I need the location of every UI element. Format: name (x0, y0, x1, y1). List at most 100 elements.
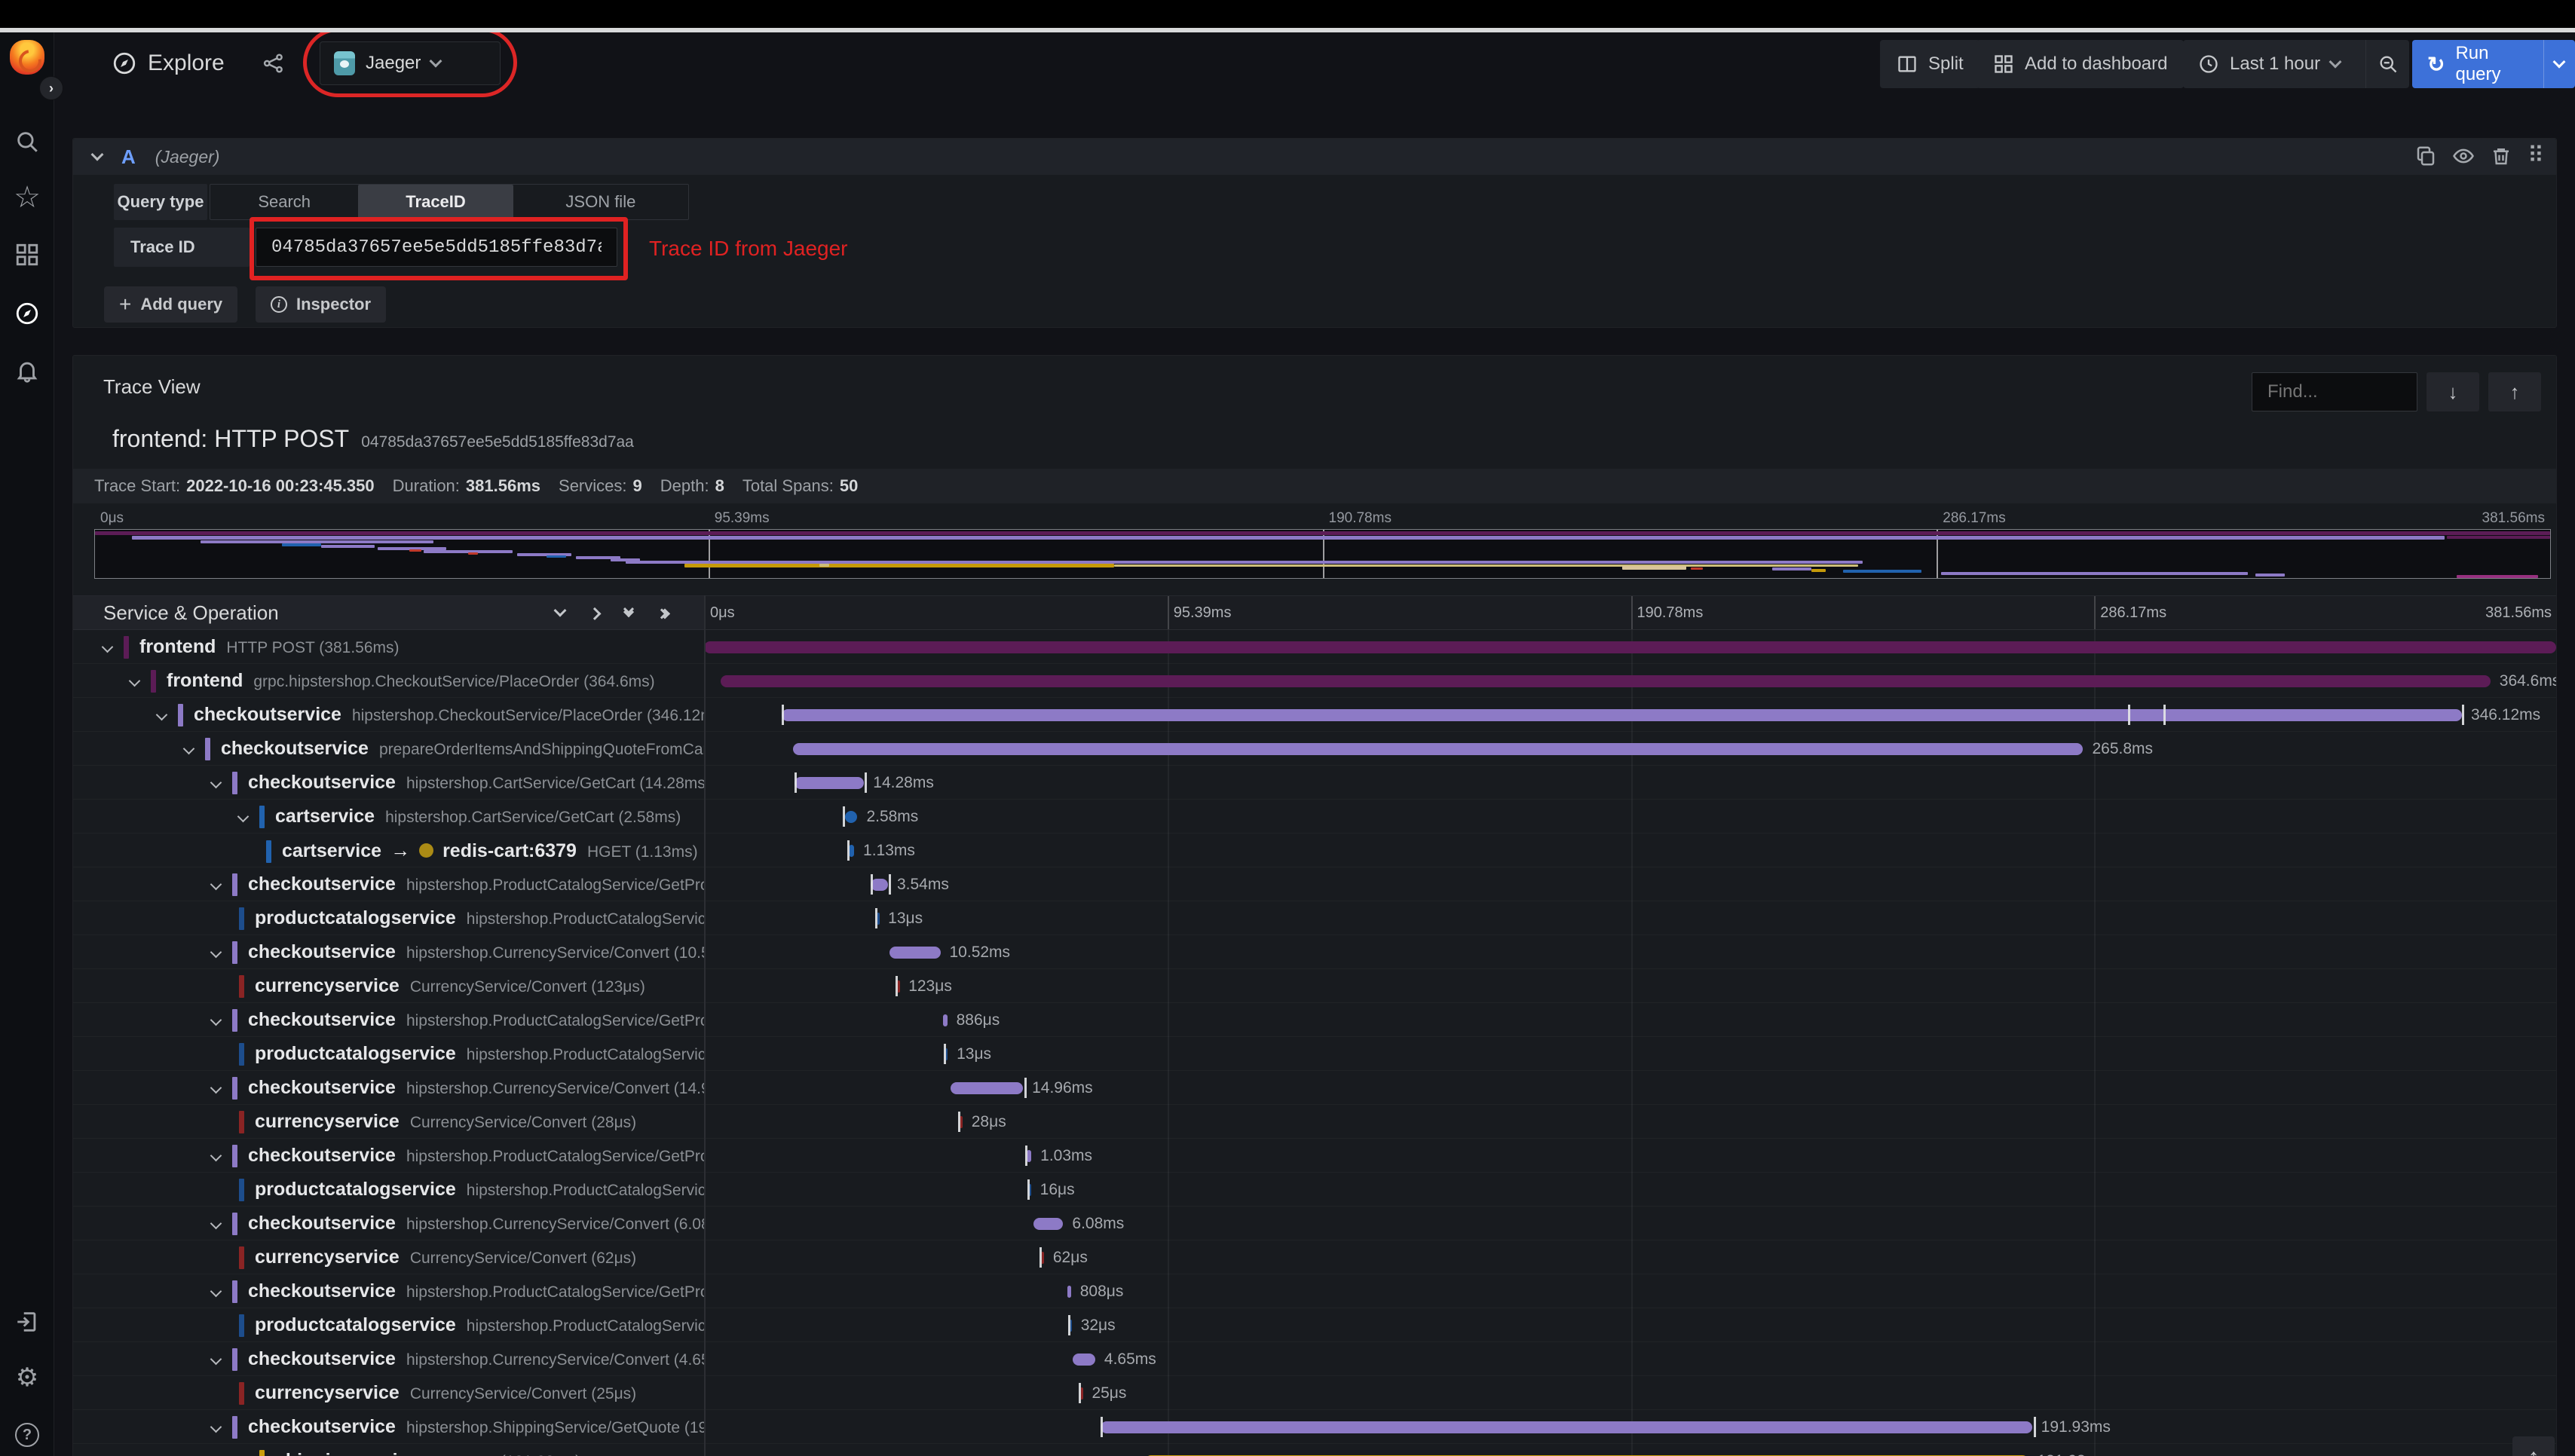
span-duration-bar[interactable] (704, 641, 2556, 653)
row-chevron-icon[interactable] (210, 946, 222, 959)
tab-json-file[interactable]: JSON file (513, 185, 688, 219)
tab-search[interactable]: Search (210, 185, 358, 219)
split-button[interactable]: Split (1880, 40, 1980, 88)
span-name-cell[interactable]: productcatalogservice hipstershop.Product… (73, 1173, 704, 1207)
span-row[interactable]: frontend grpc.hipstershop.CheckoutService… (73, 664, 2556, 698)
span-duration-bar[interactable] (950, 1082, 1024, 1094)
span-row[interactable]: productcatalogservice hipstershop.Product… (73, 1173, 2556, 1207)
row-chevron-icon[interactable] (210, 1014, 222, 1026)
span-timeline-cell[interactable]: 13μs (704, 901, 2556, 935)
span-row[interactable]: checkoutservice hipstershop.CurrencyServi… (73, 1207, 2556, 1240)
span-name-cell[interactable]: checkoutservice hipstershop.ProductCatalo… (73, 1274, 704, 1308)
collapse-all-icon[interactable] (623, 604, 635, 618)
span-duration-bar[interactable] (721, 675, 2491, 687)
span-name-cell[interactable]: cartservice → redis-cart:6379 HGET (1.13ms) (73, 834, 704, 867)
span-row[interactable]: checkoutservice prepareOrderItemsAndShipp… (73, 732, 2556, 766)
span-timeline-cell[interactable]: 14.96ms (704, 1071, 2556, 1105)
span-name-cell[interactable]: frontend grpc.hipstershop.CheckoutService… (73, 664, 704, 698)
span-duration-bar[interactable] (1033, 1218, 1064, 1230)
apps-icon[interactable] (13, 240, 41, 269)
span-row[interactable]: productcatalogservice hipstershop.Product… (73, 1037, 2556, 1071)
span-timeline-cell[interactable]: 6.08ms (704, 1207, 2556, 1240)
span-timeline-cell[interactable]: 16μs (704, 1173, 2556, 1207)
span-row[interactable]: checkoutservice hipstershop.CurrencyServi… (73, 1071, 2556, 1105)
span-duration-bar[interactable] (1067, 1286, 1071, 1298)
expand-sidebar-button[interactable]: › (39, 76, 63, 100)
span-row[interactable]: checkoutservice hipstershop.ProductCatalo… (73, 867, 2556, 901)
span-name-cell[interactable]: checkoutservice hipstershop.CurrencyServi… (73, 935, 704, 969)
span-timeline-cell[interactable]: 14.28ms (704, 766, 2556, 800)
span-name-cell[interactable]: currencyservice CurrencyService/Convert (… (73, 1376, 704, 1410)
span-name-cell[interactable]: productcatalogservice hipstershop.Product… (73, 1308, 704, 1342)
span-name-cell[interactable]: cartservice hipstershop.CartService/GetCa… (73, 800, 704, 834)
span-duration-bar[interactable] (848, 845, 854, 857)
span-timeline-cell[interactable]: 123μs (704, 969, 2556, 1003)
span-name-cell[interactable]: checkoutservice hipstershop.ProductCatalo… (73, 1003, 704, 1037)
span-timeline-cell[interactable]: 32μs (704, 1308, 2556, 1342)
span-duration-bar[interactable] (792, 743, 2084, 755)
expand-all-icon[interactable] (656, 608, 671, 619)
span-timeline-cell[interactable]: 2.58ms (704, 800, 2556, 834)
query-row-header[interactable]: A (Jaeger) ⠿ (73, 139, 2556, 175)
run-query-main[interactable]: ↻ Run query (2412, 40, 2533, 88)
row-chevron-icon[interactable] (210, 1217, 222, 1230)
help-icon[interactable]: ? (13, 1421, 41, 1449)
span-timeline-cell[interactable]: 25μs (704, 1376, 2556, 1410)
span-timeline-cell[interactable]: 265.8ms (704, 732, 2556, 766)
span-name-cell[interactable]: frontend HTTP POST (381.56ms) (73, 630, 704, 664)
span-timeline-cell[interactable]: 13μs (704, 1037, 2556, 1071)
settings-gear-icon[interactable]: ⚙ (13, 1363, 41, 1392)
find-next-button[interactable]: ↓ (2427, 372, 2479, 411)
span-name-cell[interactable]: checkoutservice hipstershop.ProductCatalo… (73, 867, 704, 901)
span-row[interactable]: checkoutservice hipstershop.ProductCatalo… (73, 1274, 2556, 1308)
row-chevron-icon[interactable] (101, 641, 114, 653)
explore-compass-icon[interactable] (13, 299, 41, 328)
add-to-dashboard-button[interactable]: Add to dashboard (1976, 40, 2185, 88)
hide-query-eye-icon[interactable] (2452, 145, 2475, 167)
span-row[interactable]: currencyservice CurrencyService/Convert (… (73, 1105, 2556, 1139)
span-name-cell[interactable]: checkoutservice hipstershop.CurrencyServi… (73, 1342, 704, 1376)
row-chevron-icon[interactable] (210, 1149, 222, 1162)
row-chevron-icon[interactable] (182, 742, 195, 755)
span-name-cell[interactable]: shippingservice get-quote (181.98ms) (73, 1444, 704, 1456)
span-row[interactable]: currencyservice CurrencyService/Convert (… (73, 969, 2556, 1003)
drag-handle-icon[interactable]: ⠿ (2528, 145, 2544, 167)
span-name-cell[interactable]: checkoutservice hipstershop.CheckoutServi… (73, 698, 704, 732)
span-duration-bar[interactable] (844, 811, 858, 823)
span-duration-bar[interactable] (1100, 1421, 2032, 1433)
span-row[interactable]: cartservice hipstershop.CartService/GetCa… (73, 800, 2556, 834)
expand-one-icon[interactable] (588, 607, 602, 620)
span-timeline-cell[interactable]: 62μs (704, 1240, 2556, 1274)
span-duration-bar[interactable] (795, 777, 865, 789)
tab-traceid[interactable]: TraceID (358, 185, 513, 219)
star-icon[interactable]: ☆ (13, 181, 41, 214)
span-duration-bar[interactable] (871, 879, 888, 891)
row-chevron-icon[interactable] (210, 776, 222, 789)
scroll-to-top-button[interactable]: ↑ (2512, 1436, 2555, 1456)
span-row[interactable]: checkoutservice hipstershop.ProductCatalo… (73, 1139, 2556, 1173)
run-query-dropdown[interactable] (2543, 40, 2575, 88)
span-timeline-cell[interactable]: 1.03ms (704, 1139, 2556, 1173)
time-range-picker[interactable]: Last 1 hour (2183, 40, 2410, 88)
span-row[interactable]: currencyservice CurrencyService/Convert (… (73, 1376, 2556, 1410)
row-chevron-icon[interactable] (210, 1353, 222, 1366)
span-row[interactable]: checkoutservice hipstershop.ProductCatalo… (73, 1003, 2556, 1037)
span-timeline-cell[interactable]: 364.6ms (704, 664, 2556, 698)
search-icon[interactable] (13, 127, 41, 156)
span-duration-bar[interactable] (1072, 1354, 1095, 1366)
row-chevron-icon[interactable] (210, 1081, 222, 1094)
span-duration-bar[interactable] (942, 1014, 948, 1026)
time-range-main[interactable]: Last 1 hour (2183, 40, 2355, 88)
row-chevron-icon[interactable] (237, 810, 250, 823)
span-timeline-cell[interactable]: 886μs (704, 1003, 2556, 1037)
sign-in-icon[interactable] (13, 1308, 41, 1336)
span-duration-bar[interactable] (782, 709, 2462, 721)
span-row[interactable]: frontend HTTP POST (381.56ms) (73, 630, 2556, 664)
span-timeline-cell[interactable]: 1.13ms (704, 834, 2556, 867)
span-timeline-cell[interactable]: 346.12ms (704, 698, 2556, 732)
row-chevron-icon[interactable] (210, 1285, 222, 1298)
span-row[interactable]: currencyservice CurrencyService/Convert (… (73, 1240, 2556, 1274)
row-chevron-icon[interactable] (210, 878, 222, 891)
span-row[interactable]: checkoutservice hipstershop.ShippingServi… (73, 1410, 2556, 1444)
add-query-button[interactable]: + Add query (104, 286, 238, 323)
